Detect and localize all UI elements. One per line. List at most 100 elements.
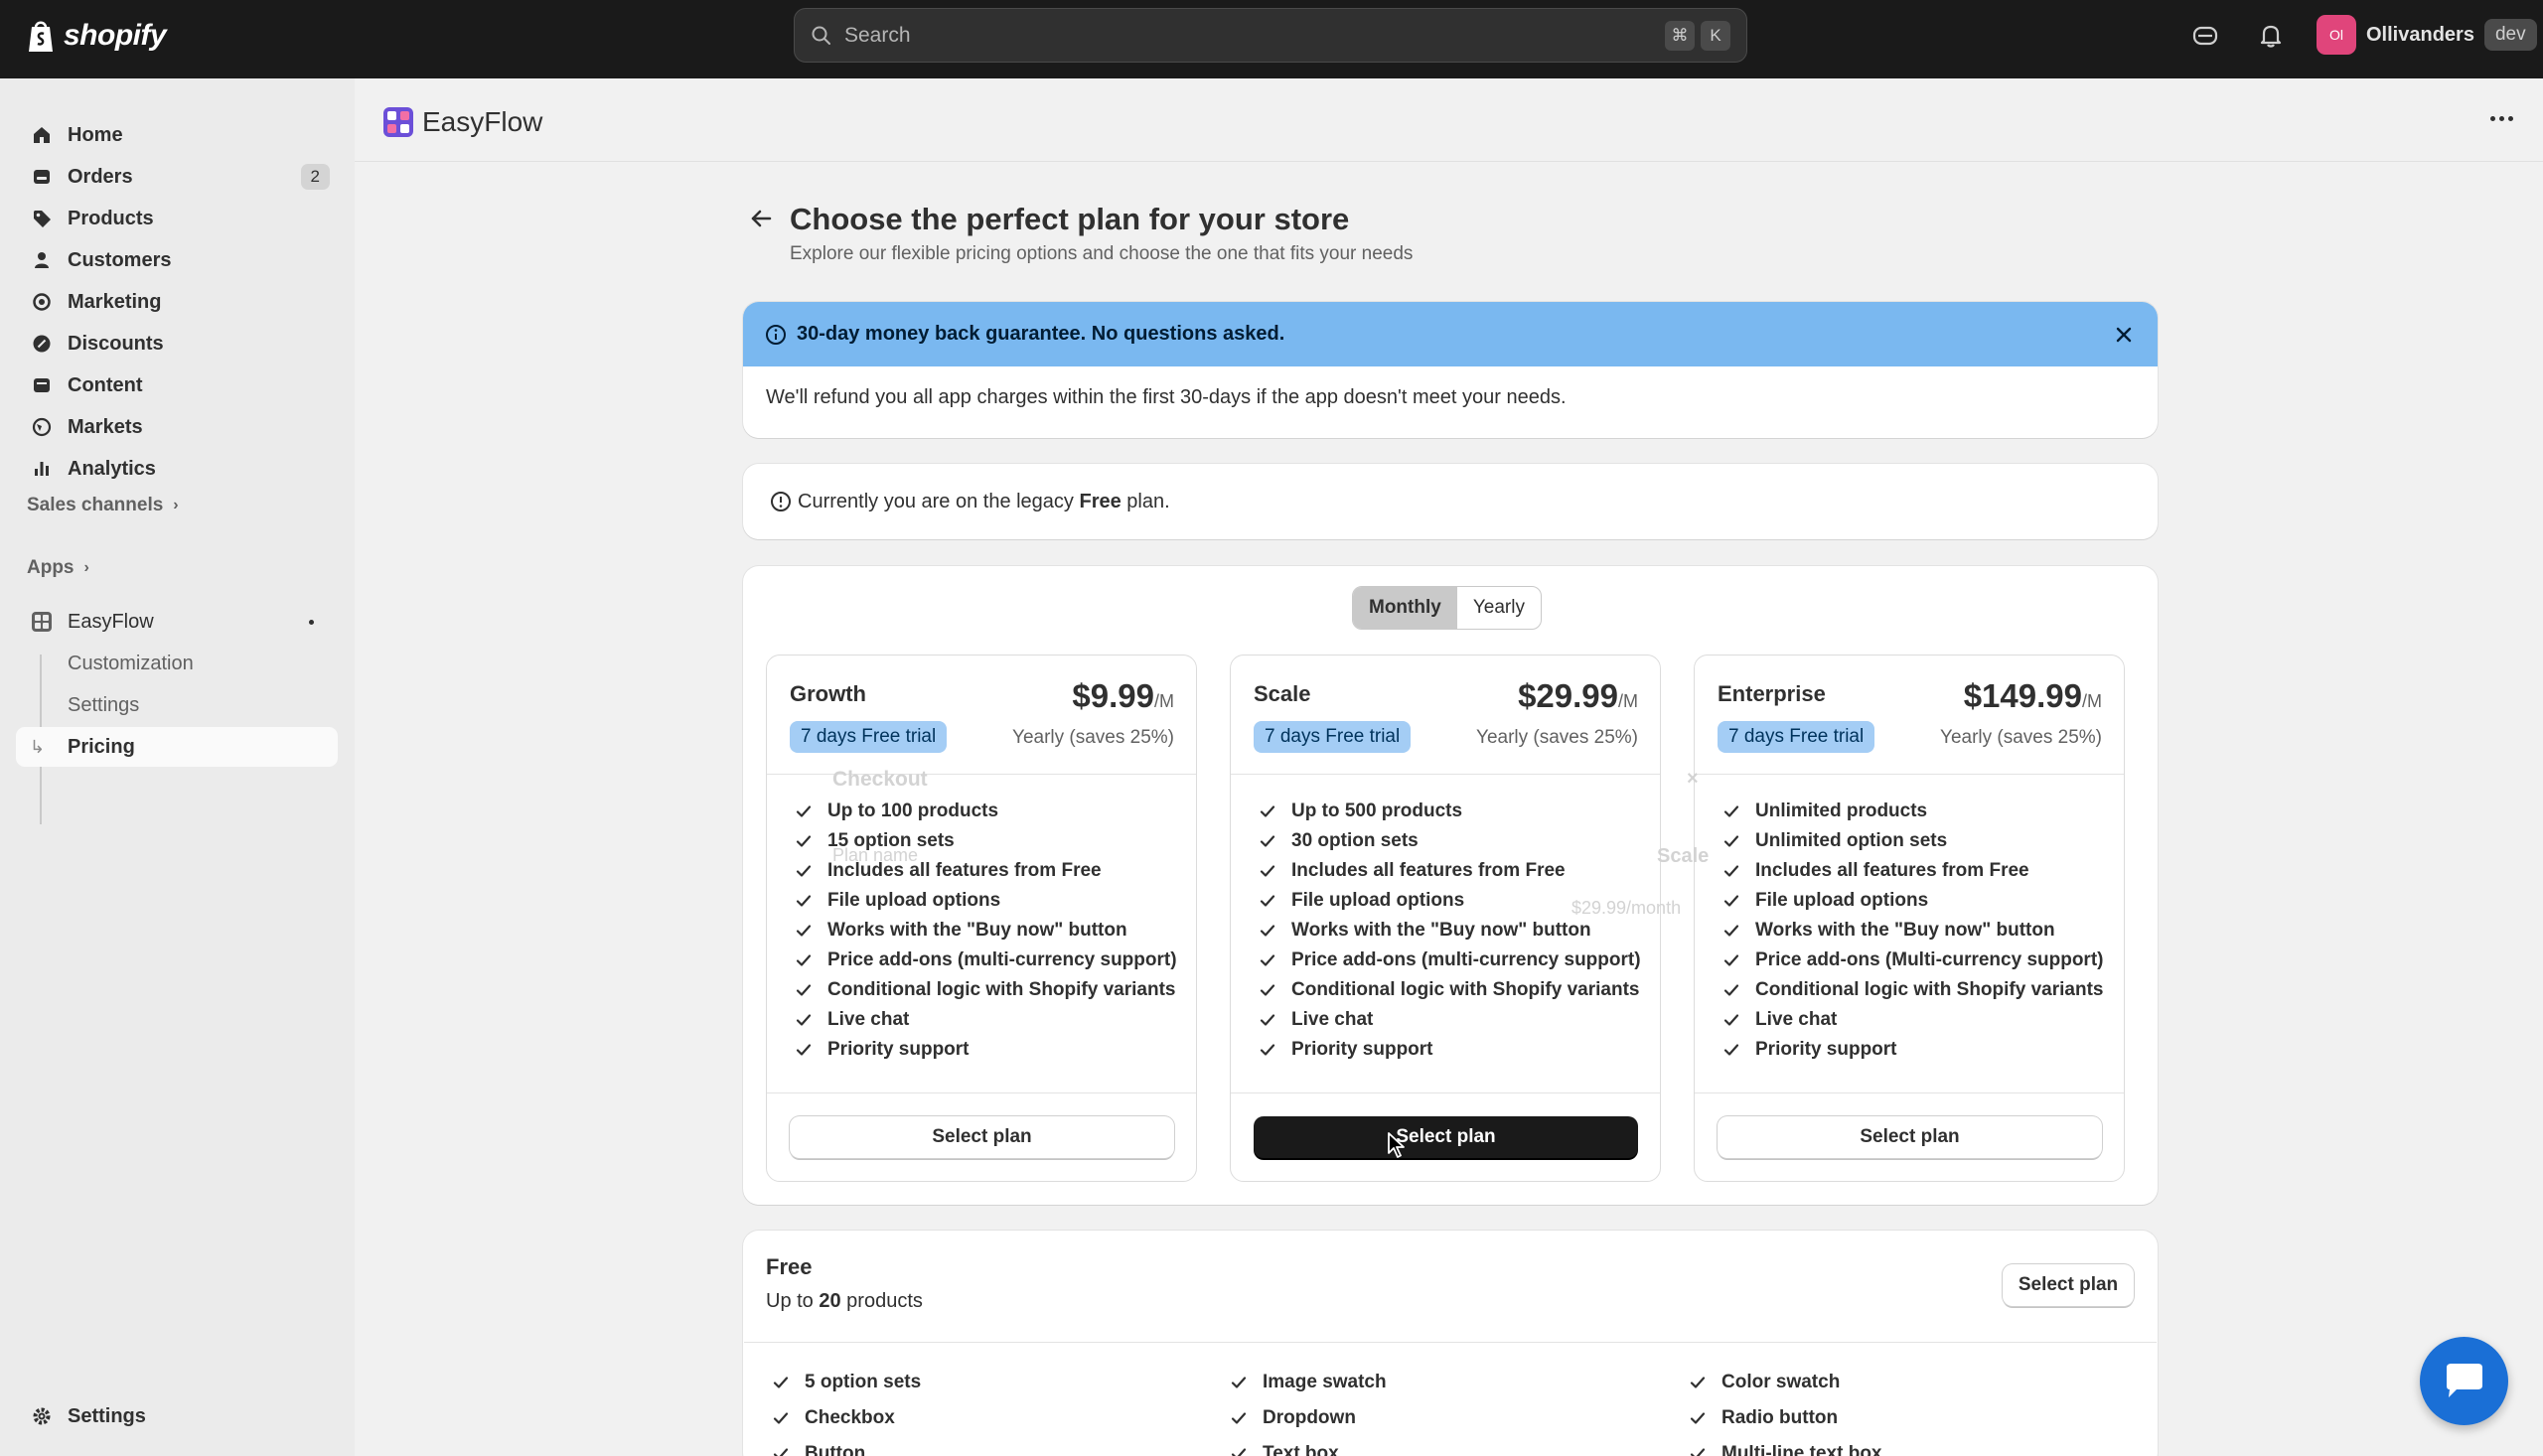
sidebar-item-customers[interactable]: Customers <box>16 240 338 280</box>
select-plan-button[interactable]: Select plan <box>1254 1116 1638 1158</box>
feature-label: Works with the "Buy now" button <box>1291 920 1591 941</box>
page-title: Choose the perfect plan for your store <box>790 202 1350 236</box>
free-plan-card <box>743 1231 2158 1456</box>
sidebar-item-content[interactable]: Content <box>16 365 338 405</box>
apps-link[interactable]: Apps › <box>27 557 89 579</box>
checkmark-icon <box>1690 1448 1706 1456</box>
sidebar-item-home[interactable]: Home <box>16 115 338 155</box>
more-actions-icon[interactable] <box>2490 116 2513 121</box>
yearly-savings-link[interactable]: Yearly (saves 25%) <box>1476 727 1638 749</box>
divider <box>1695 774 2124 775</box>
feature-item: Color swatch <box>1689 1365 1882 1400</box>
yearly-savings-link[interactable]: Yearly (saves 25%) <box>1012 727 1174 749</box>
feature-label: File upload options <box>1291 890 1465 911</box>
sidebar-subitem-label: Customization <box>68 652 194 674</box>
select-plan-button[interactable]: Select plan <box>1718 1116 2102 1158</box>
feature-item: Up to 100 products <box>795 797 1177 826</box>
search-bar[interactable]: ⌘ K <box>794 8 1747 63</box>
feature-item: Live chat <box>1722 1005 2103 1035</box>
store-avatar: Ol <box>2317 15 2356 55</box>
feature-item: Works with the "Buy now" button <box>1722 916 2103 946</box>
select-plan-button[interactable]: Select plan <box>790 1116 1174 1158</box>
divider <box>767 774 1196 775</box>
feature-item: Includes all features from Free <box>1259 856 1641 886</box>
close-icon[interactable] <box>2112 323 2136 347</box>
feature-label: Works with the "Buy now" button <box>827 920 1127 941</box>
sidekick-icon[interactable] <box>2191 22 2219 50</box>
store-menu[interactable]: Ol Ollivanders dev <box>2317 15 2537 55</box>
toggle-monthly[interactable]: Monthly <box>1353 587 1457 629</box>
shortcut-key-k: K <box>1701 20 1730 51</box>
price-value: $9.99 <box>1072 677 1154 714</box>
chat-button[interactable] <box>2420 1337 2508 1425</box>
checkmark-icon <box>1723 984 1739 996</box>
feature-label: Includes all features from Free <box>827 860 1102 881</box>
sidebar-item-settings[interactable]: Settings <box>16 1396 338 1436</box>
app-header: EasyFlow <box>355 78 2543 162</box>
sidebar-item-discounts[interactable]: Discounts <box>16 324 338 364</box>
sidebar-item-marketing[interactable]: Marketing <box>16 282 338 322</box>
sidebar-item-label: Home <box>68 123 123 146</box>
sidebar-item-customization[interactable]: Customization <box>54 644 338 683</box>
trial-badge: 7 days Free trial <box>1718 721 1875 753</box>
feature-label: Conditional logic with Shopify variants <box>827 979 1176 1000</box>
feature-label: Price add-ons (Multi-currency support) <box>1755 949 2104 970</box>
plan-card-enterprise: Enterprise $149.99/M 7 days Free trial Y… <box>1694 655 2125 1182</box>
sidebar-item-label: Markets <box>68 415 143 438</box>
sidebar-item-settings-sub[interactable]: Settings <box>54 685 338 725</box>
banner-title: 30-day money back guarantee. No question… <box>797 323 1285 345</box>
trial-badge: 7 days Free trial <box>790 721 948 753</box>
checkmark-icon <box>773 1412 789 1424</box>
feature-label: 5 option sets <box>805 1372 922 1392</box>
bell-icon[interactable] <box>2257 22 2285 50</box>
legacy-text-suffix: plan. <box>1121 490 1170 512</box>
sales-channels-link[interactable]: Sales channels › <box>27 495 179 516</box>
checkmark-icon <box>1690 1377 1706 1388</box>
yearly-savings-link[interactable]: Yearly (saves 25%) <box>1940 727 2102 749</box>
billing-period-toggle[interactable]: Monthly Yearly <box>1352 586 1542 630</box>
sidebar-item-analytics[interactable]: Analytics <box>16 449 338 489</box>
info-icon <box>771 492 791 511</box>
divider <box>744 1342 2157 1343</box>
divider <box>1695 1092 2124 1093</box>
sidebar-subitem-label: Pricing <box>68 735 135 758</box>
checkmark-icon <box>1231 1448 1247 1456</box>
checkmark-icon <box>796 895 812 907</box>
free-feature-list-1: 5 option sets Checkbox Button <box>772 1365 921 1456</box>
sidebar-item-orders[interactable]: Orders 2 <box>16 157 338 197</box>
feature-list: Up to 500 products 30 option sets Includes… <box>1259 797 1641 1065</box>
checkmark-icon <box>796 805 812 817</box>
free-select-plan-button[interactable]: Select plan <box>2003 1264 2134 1306</box>
trial-badge: 7 days Free trial <box>1254 721 1412 753</box>
feature-item: Radio button <box>1689 1400 1882 1436</box>
guarantee-banner: 30-day money back guarantee. No question… <box>743 302 2158 438</box>
sidebar-item-easyflow[interactable]: EasyFlow <box>16 602 338 642</box>
back-arrow-icon[interactable] <box>747 205 775 232</box>
checkmark-icon <box>1260 895 1275 907</box>
sales-channels-label: Sales channels <box>27 495 164 515</box>
home-icon <box>30 123 54 147</box>
checkmark-icon <box>1231 1377 1247 1388</box>
checkmark-icon <box>1260 835 1275 847</box>
sidebar-item-pricing[interactable]: ↳ Pricing <box>16 727 338 767</box>
price-value: $29.99 <box>1518 677 1618 714</box>
toggle-yearly[interactable]: Yearly <box>1457 587 1541 629</box>
content-icon <box>30 373 54 397</box>
feature-label: Button <box>805 1443 866 1456</box>
divider <box>767 1092 1196 1093</box>
feature-item: 30 option sets <box>1259 826 1641 856</box>
sidebar-item-markets[interactable]: Markets <box>16 407 338 447</box>
plan-price: $149.99/M <box>1964 677 2102 715</box>
checkmark-icon <box>1723 954 1739 966</box>
feature-label: Multi-line text box <box>1721 1443 1882 1456</box>
feature-label: Includes all features from Free <box>1291 860 1566 881</box>
feature-label: Price add-ons (multi-currency support) <box>827 949 1177 970</box>
legacy-text-prefix: Currently you are on the legacy <box>798 490 1080 512</box>
plan-price: $9.99/M <box>1072 677 1174 715</box>
checkmark-icon <box>1723 835 1739 847</box>
feature-item: Live chat <box>795 1005 1177 1035</box>
shopify-logo[interactable]: shopify <box>26 18 167 54</box>
search-input[interactable] <box>844 23 1659 48</box>
feature-label: Dropdown <box>1263 1407 1356 1428</box>
sidebar-item-products[interactable]: Products <box>16 199 338 238</box>
